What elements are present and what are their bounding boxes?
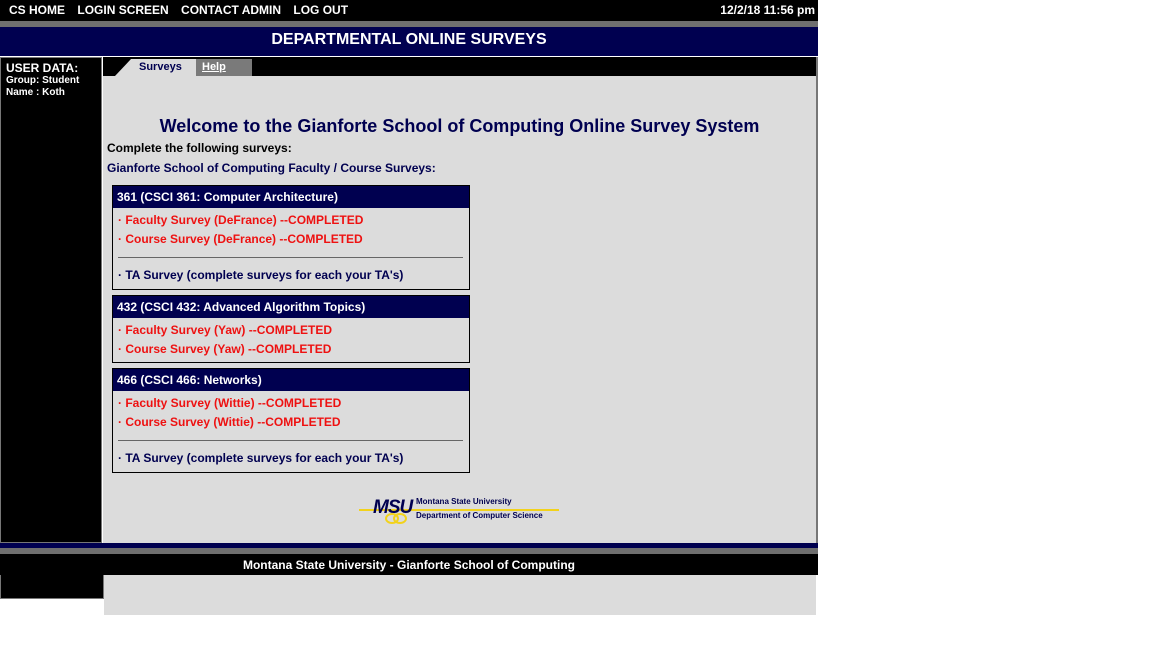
course-header: 466 (CSCI 466: Networks) xyxy=(113,369,469,391)
top-nav-bar: CS HOME LOGIN SCREEN CONTACT ADMIN LOG O… xyxy=(0,0,818,21)
contact-admin-link[interactable]: CONTACT ADMIN xyxy=(181,3,281,17)
welcome-heading: Welcome to the Gianforte School of Compu… xyxy=(159,116,760,136)
logo-university-name: Montana State University xyxy=(416,497,512,506)
course-header: 361 (CSCI 361: Computer Architecture) xyxy=(113,186,469,208)
footer-bar: Montana State University - Gianforte Sch… xyxy=(0,554,818,575)
user-data-panel: USER DATA: Group: Student Name : Koth xyxy=(0,57,102,543)
logo-ring-icon xyxy=(393,513,407,524)
log-out-link[interactable]: LOG OUT xyxy=(293,3,348,17)
user-name: Name : Koth xyxy=(6,87,65,98)
cs-home-link[interactable]: CS HOME xyxy=(9,3,65,17)
user-group: Group: Student xyxy=(6,75,80,86)
course-card-361: 361 (CSCI 361: Computer Architecture) · … xyxy=(112,185,470,290)
divider xyxy=(118,440,463,441)
course-card-432: 432 (CSCI 432: Advanced Algorithm Topics… xyxy=(112,295,470,363)
msu-logo: MSU Montana State University Department … xyxy=(359,497,559,525)
datetime-display: 12/2/18 11:56 pm xyxy=(720,3,815,17)
logo-department-name: Department of Computer Science xyxy=(416,511,543,520)
faculty-survey-link[interactable]: · Faculty Survey (DeFrance) --COMPLETED xyxy=(118,213,363,227)
divider xyxy=(118,257,463,258)
login-screen-link[interactable]: LOGIN SCREEN xyxy=(77,3,168,17)
course-card-466: 466 (CSCI 466: Networks) · Faculty Surve… xyxy=(112,368,470,473)
main-content: Surveys Help Welcome to the Gianforte Sc… xyxy=(103,57,818,543)
ta-survey-link[interactable]: · TA Survey (complete surveys for each y… xyxy=(118,451,403,465)
course-survey-link[interactable]: · Course Survey (Wittie) --COMPLETED xyxy=(118,415,341,429)
tab-help-label: Help xyxy=(202,61,226,73)
title-bar: DEPARTMENTAL ONLINE SURVEYS xyxy=(0,27,818,56)
instructions-text: Complete the following surveys: xyxy=(107,141,292,155)
page-title: DEPARTMENTAL ONLINE SURVEYS xyxy=(271,31,547,48)
page-frame: CS HOME LOGIN SCREEN CONTACT ADMIN LOG O… xyxy=(0,0,818,648)
tab-help[interactable]: Help xyxy=(196,59,252,76)
tab-surveys-label: Surveys xyxy=(139,61,182,73)
footer-text: Montana State University - Gianforte Sch… xyxy=(242,558,575,572)
section-title: Gianforte School of Computing Faculty / … xyxy=(107,161,436,175)
tab-surveys[interactable]: Surveys xyxy=(115,59,196,76)
top-nav-links: CS HOME LOGIN SCREEN CONTACT ADMIN LOG O… xyxy=(9,3,357,17)
course-survey-link[interactable]: · Course Survey (Yaw) --COMPLETED xyxy=(118,342,331,356)
user-data-heading: USER DATA: xyxy=(6,61,79,75)
tab-bar: Surveys Help xyxy=(103,57,816,76)
left-bottom-block xyxy=(0,575,104,599)
course-header: 432 (CSCI 432: Advanced Algorithm Topics… xyxy=(113,296,469,318)
ta-survey-link[interactable]: · TA Survey (complete surveys for each y… xyxy=(118,268,403,282)
course-survey-link[interactable]: · Course Survey (DeFrance) --COMPLETED xyxy=(118,232,363,246)
faculty-survey-link[interactable]: · Faculty Survey (Wittie) --COMPLETED xyxy=(118,396,341,410)
faculty-survey-link[interactable]: · Faculty Survey (Yaw) --COMPLETED xyxy=(118,323,332,337)
bottom-panel xyxy=(104,575,816,615)
